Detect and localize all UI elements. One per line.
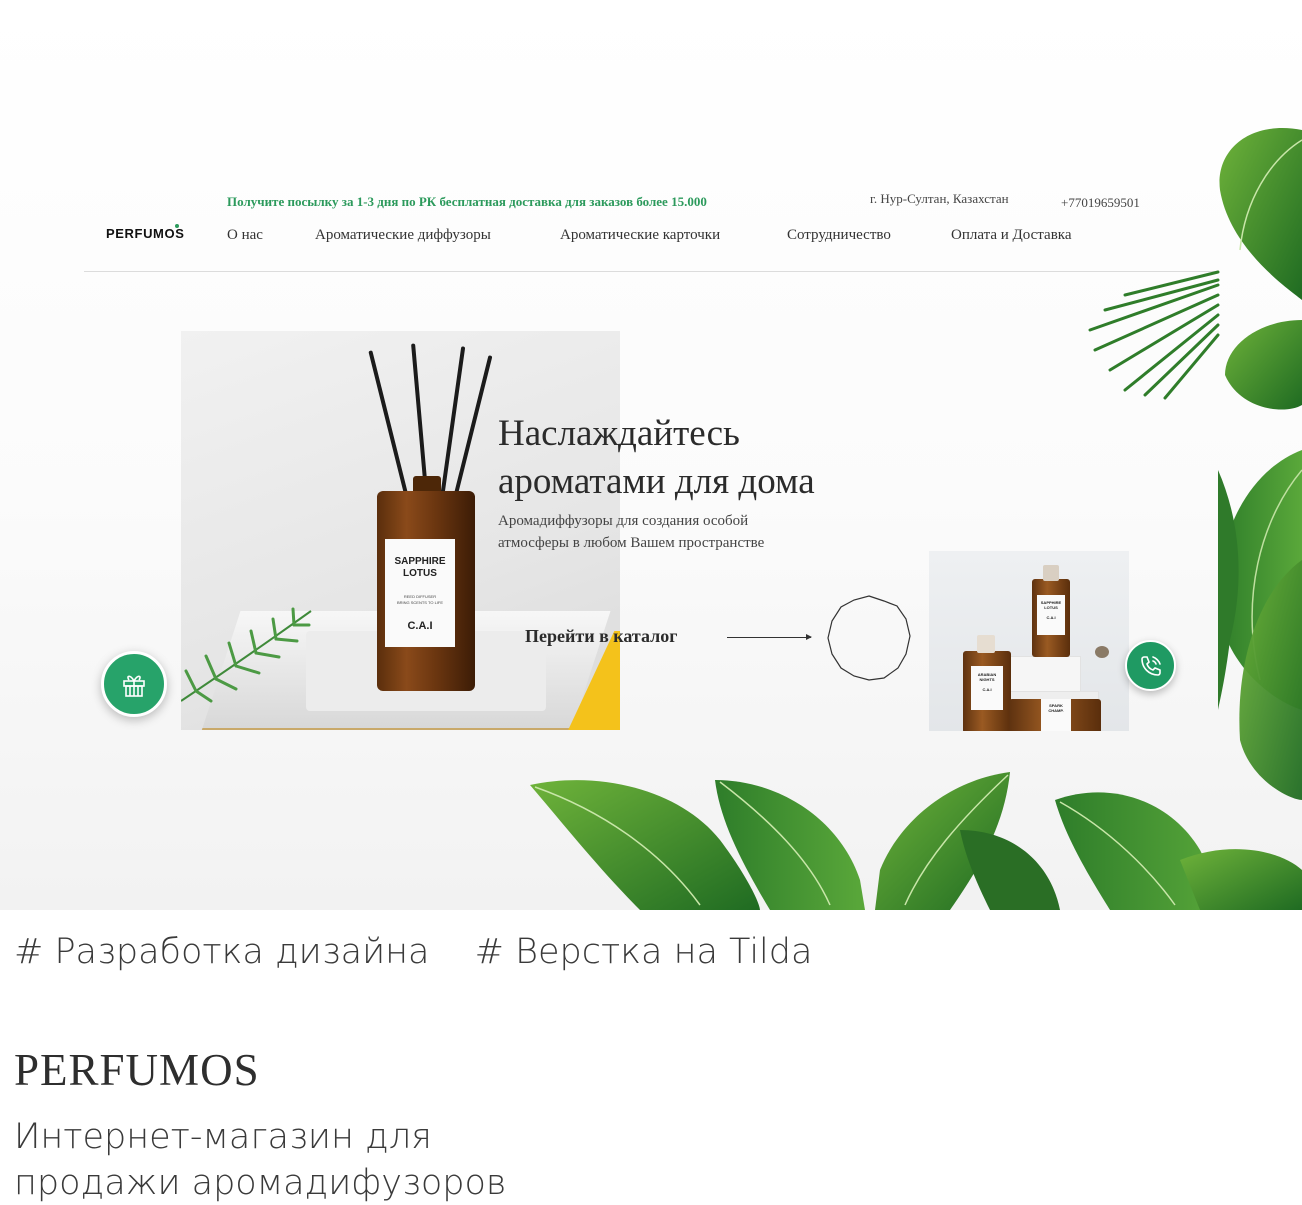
project-title: PERFUMOS — [14, 1045, 260, 1095]
decor-stone — [1095, 646, 1109, 658]
hero-title-line2: ароматами для дома — [498, 461, 815, 502]
project-description-line2: продажи аромадифузоров — [14, 1163, 507, 1203]
fern-leaf — [181, 607, 312, 703]
promo-banner: Получите посылку за 1-3 дня по РК беспла… — [227, 194, 707, 209]
nav-item-diffusers[interactable]: Ароматические диффузоры — [315, 227, 491, 244]
project-description: Интернет-магазин для продажи аромадифузо… — [14, 1114, 634, 1205]
city-label: г. Нур-Султан, Казахстан — [870, 191, 1009, 206]
bottle-cap — [1043, 565, 1059, 581]
main-nav: О нас Ароматические диффузоры Ароматичес… — [0, 227, 1302, 247]
bottle-cap — [977, 635, 995, 653]
nav-item-cards[interactable]: Ароматические карточки — [560, 227, 720, 244]
bottle-label-small: SAPPHIRE LOTUS C.A.I — [1037, 595, 1065, 635]
arrow-right-icon[interactable] — [727, 634, 812, 640]
gift-icon — [123, 675, 145, 697]
tag-tilda: # Верстка на Tilda — [474, 932, 813, 972]
label-small-text: REED DIFFUSER BRING SCENTS TO LIFE — [396, 594, 444, 605]
hero-subtitle-line2: атмосферы в любом Вашем пространстве — [498, 535, 765, 551]
bottle-label: SAPPHIRE LOTUS REED DIFFUSER BRING SCENTS … — [385, 539, 455, 647]
hero-title-line1: Наслаждайтесь — [498, 413, 740, 454]
label-name: SAPPHIRE LOTUS — [394, 556, 446, 579]
reed-stick — [368, 350, 411, 507]
catalog-link[interactable]: Перейти в каталог — [525, 626, 677, 647]
gift-button[interactable] — [101, 651, 167, 717]
nav-item-cooperation[interactable]: Сотрудничество — [787, 227, 891, 244]
bottle-label-small: ARABIAN NIGHTS C.A.I — [971, 666, 1003, 710]
decorative-polygon — [827, 595, 911, 681]
site-preview-screenshot: Получите посылку за 1-3 дня по РК беспла… — [0, 0, 1302, 910]
secondary-product-photo: SAPPHIRE LOTUS C.A.I ARABIAN NIGHTS C.A.I SP… — [929, 551, 1129, 731]
portfolio-tags: # Разработка дизайна # Верстка на Tilda — [14, 932, 846, 972]
label-brand: C.A.I — [407, 620, 433, 632]
hero-subtitle: Аромадиффузоры для создания особой атмос… — [498, 510, 764, 554]
bottle-label-small: SPARK CHAMP. — [1041, 699, 1071, 731]
nav-divider — [84, 271, 1218, 272]
project-description-line1: Интернет-магазин для — [14, 1117, 432, 1157]
phone-call-icon — [1140, 655, 1161, 676]
hero-subtitle-line1: Аромадиффузоры для создания особой — [498, 513, 749, 529]
hero-title: Наслаждайтесь ароматами для дома — [498, 410, 815, 506]
call-button[interactable] — [1125, 640, 1176, 691]
reed-stick — [439, 346, 466, 506]
nav-item-payment-delivery[interactable]: Оплата и Доставка — [951, 227, 1072, 244]
tag-design: # Разработка дизайна — [14, 932, 430, 972]
phone-number[interactable]: +77019659501 — [1061, 195, 1140, 211]
nav-item-about[interactable]: О нас — [227, 227, 263, 244]
